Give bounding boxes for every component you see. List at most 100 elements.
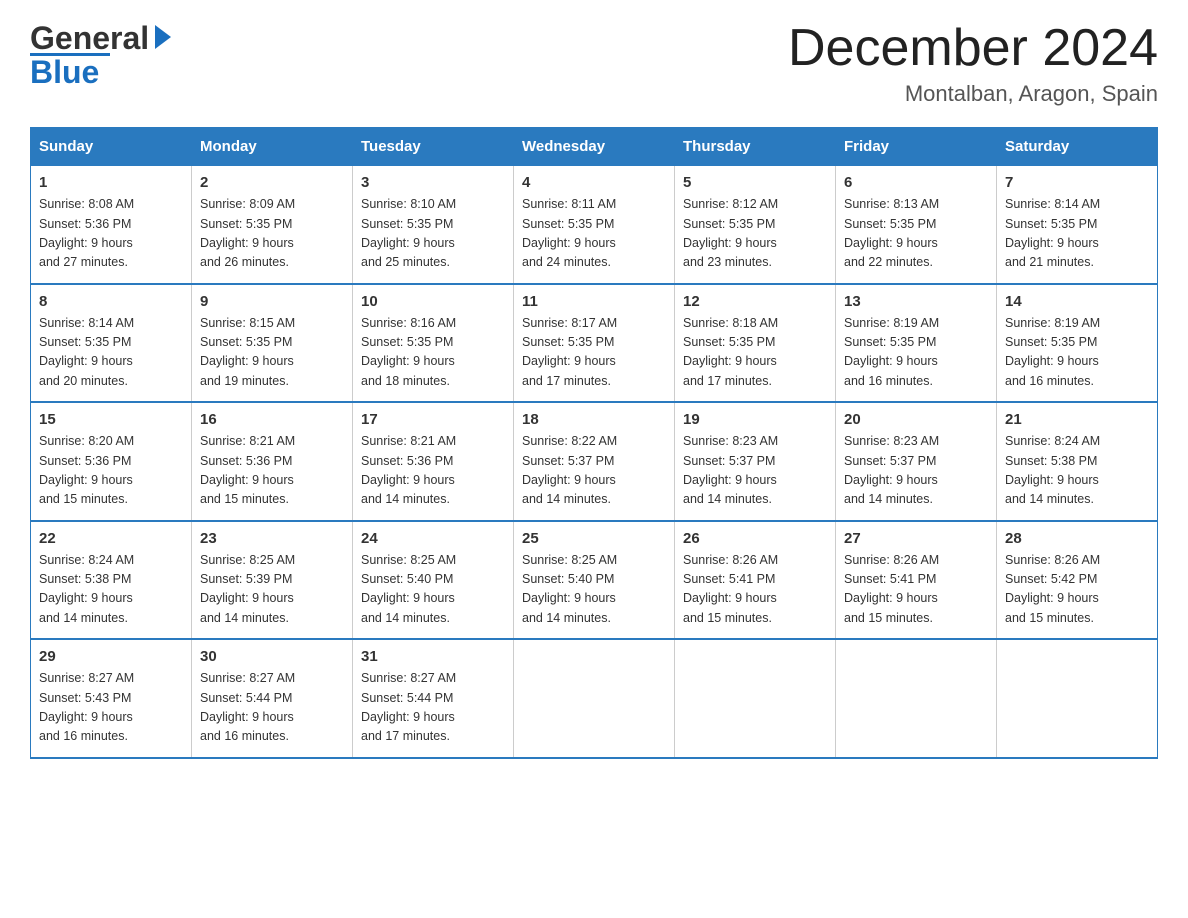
day-info: Sunrise: 8:26 AM Sunset: 5:42 PM Dayligh…: [1005, 551, 1149, 629]
calendar-cell: 12 Sunrise: 8:18 AM Sunset: 5:35 PM Dayl…: [675, 284, 836, 403]
day-number: 3: [361, 174, 505, 191]
logo: General Blue: [30, 20, 173, 91]
day-info: Sunrise: 8:22 AM Sunset: 5:37 PM Dayligh…: [522, 432, 666, 510]
day-number: 2: [200, 174, 344, 191]
calendar-cell: 15 Sunrise: 8:20 AM Sunset: 5:36 PM Dayl…: [31, 402, 192, 521]
page-header: General Blue December 2024 Montalban, Ar…: [30, 20, 1158, 107]
calendar-cell: [997, 639, 1158, 758]
calendar-cell: 3 Sunrise: 8:10 AM Sunset: 5:35 PM Dayli…: [353, 166, 514, 284]
day-header-thursday: Thursday: [675, 128, 836, 166]
calendar-cell: 1 Sunrise: 8:08 AM Sunset: 5:36 PM Dayli…: [31, 166, 192, 284]
day-info: Sunrise: 8:20 AM Sunset: 5:36 PM Dayligh…: [39, 432, 183, 510]
day-info: Sunrise: 8:12 AM Sunset: 5:35 PM Dayligh…: [683, 195, 827, 273]
day-number: 19: [683, 411, 827, 428]
day-info: Sunrise: 8:08 AM Sunset: 5:36 PM Dayligh…: [39, 195, 183, 273]
calendar-cell: [514, 639, 675, 758]
calendar-cell: 9 Sunrise: 8:15 AM Sunset: 5:35 PM Dayli…: [192, 284, 353, 403]
day-number: 28: [1005, 530, 1149, 547]
week-row-4: 22 Sunrise: 8:24 AM Sunset: 5:38 PM Dayl…: [31, 521, 1158, 640]
day-info: Sunrise: 8:10 AM Sunset: 5:35 PM Dayligh…: [361, 195, 505, 273]
day-header-sunday: Sunday: [31, 128, 192, 166]
day-number: 8: [39, 293, 183, 310]
day-number: 4: [522, 174, 666, 191]
calendar-cell: 13 Sunrise: 8:19 AM Sunset: 5:35 PM Dayl…: [836, 284, 997, 403]
day-header-friday: Friday: [836, 128, 997, 166]
logo-general-text: General: [30, 20, 149, 57]
calendar-cell: 23 Sunrise: 8:25 AM Sunset: 5:39 PM Dayl…: [192, 521, 353, 640]
day-info: Sunrise: 8:27 AM Sunset: 5:43 PM Dayligh…: [39, 669, 183, 747]
day-number: 6: [844, 174, 988, 191]
day-info: Sunrise: 8:14 AM Sunset: 5:35 PM Dayligh…: [39, 314, 183, 392]
day-number: 7: [1005, 174, 1149, 191]
day-info: Sunrise: 8:21 AM Sunset: 5:36 PM Dayligh…: [361, 432, 505, 510]
calendar-cell: [836, 639, 997, 758]
day-number: 22: [39, 530, 183, 547]
day-number: 23: [200, 530, 344, 547]
calendar-cell: 25 Sunrise: 8:25 AM Sunset: 5:40 PM Dayl…: [514, 521, 675, 640]
calendar-cell: 10 Sunrise: 8:16 AM Sunset: 5:35 PM Dayl…: [353, 284, 514, 403]
day-number: 21: [1005, 411, 1149, 428]
calendar-cell: 24 Sunrise: 8:25 AM Sunset: 5:40 PM Dayl…: [353, 521, 514, 640]
day-header-tuesday: Tuesday: [353, 128, 514, 166]
day-number: 13: [844, 293, 988, 310]
day-info: Sunrise: 8:09 AM Sunset: 5:35 PM Dayligh…: [200, 195, 344, 273]
month-title: December 2024: [788, 20, 1158, 77]
calendar-table: SundayMondayTuesdayWednesdayThursdayFrid…: [30, 127, 1158, 759]
calendar-cell: 30 Sunrise: 8:27 AM Sunset: 5:44 PM Dayl…: [192, 639, 353, 758]
day-header-monday: Monday: [192, 128, 353, 166]
day-number: 15: [39, 411, 183, 428]
day-number: 5: [683, 174, 827, 191]
day-info: Sunrise: 8:27 AM Sunset: 5:44 PM Dayligh…: [200, 669, 344, 747]
day-info: Sunrise: 8:21 AM Sunset: 5:36 PM Dayligh…: [200, 432, 344, 510]
day-info: Sunrise: 8:26 AM Sunset: 5:41 PM Dayligh…: [844, 551, 988, 629]
day-number: 18: [522, 411, 666, 428]
day-number: 20: [844, 411, 988, 428]
calendar-cell: 2 Sunrise: 8:09 AM Sunset: 5:35 PM Dayli…: [192, 166, 353, 284]
calendar-cell: [675, 639, 836, 758]
calendar-cell: 28 Sunrise: 8:26 AM Sunset: 5:42 PM Dayl…: [997, 521, 1158, 640]
week-row-3: 15 Sunrise: 8:20 AM Sunset: 5:36 PM Dayl…: [31, 402, 1158, 521]
day-info: Sunrise: 8:13 AM Sunset: 5:35 PM Dayligh…: [844, 195, 988, 273]
calendar-cell: 18 Sunrise: 8:22 AM Sunset: 5:37 PM Dayl…: [514, 402, 675, 521]
day-info: Sunrise: 8:14 AM Sunset: 5:35 PM Dayligh…: [1005, 195, 1149, 273]
day-info: Sunrise: 8:27 AM Sunset: 5:44 PM Dayligh…: [361, 669, 505, 747]
day-number: 24: [361, 530, 505, 547]
day-number: 29: [39, 648, 183, 665]
day-number: 31: [361, 648, 505, 665]
day-number: 14: [1005, 293, 1149, 310]
calendar-cell: 20 Sunrise: 8:23 AM Sunset: 5:37 PM Dayl…: [836, 402, 997, 521]
day-number: 12: [683, 293, 827, 310]
calendar-cell: 8 Sunrise: 8:14 AM Sunset: 5:35 PM Dayli…: [31, 284, 192, 403]
week-row-5: 29 Sunrise: 8:27 AM Sunset: 5:43 PM Dayl…: [31, 639, 1158, 758]
calendar-cell: 26 Sunrise: 8:26 AM Sunset: 5:41 PM Dayl…: [675, 521, 836, 640]
calendar-cell: 11 Sunrise: 8:17 AM Sunset: 5:35 PM Dayl…: [514, 284, 675, 403]
day-number: 10: [361, 293, 505, 310]
day-info: Sunrise: 8:26 AM Sunset: 5:41 PM Dayligh…: [683, 551, 827, 629]
calendar-cell: 19 Sunrise: 8:23 AM Sunset: 5:37 PM Dayl…: [675, 402, 836, 521]
calendar-cell: 5 Sunrise: 8:12 AM Sunset: 5:35 PM Dayli…: [675, 166, 836, 284]
day-header-saturday: Saturday: [997, 128, 1158, 166]
day-number: 11: [522, 293, 666, 310]
day-number: 26: [683, 530, 827, 547]
logo-blue-text: Blue: [30, 54, 99, 91]
day-number: 16: [200, 411, 344, 428]
day-header-wednesday: Wednesday: [514, 128, 675, 166]
calendar-cell: 21 Sunrise: 8:24 AM Sunset: 5:38 PM Dayl…: [997, 402, 1158, 521]
day-info: Sunrise: 8:25 AM Sunset: 5:39 PM Dayligh…: [200, 551, 344, 629]
calendar-cell: 22 Sunrise: 8:24 AM Sunset: 5:38 PM Dayl…: [31, 521, 192, 640]
day-info: Sunrise: 8:23 AM Sunset: 5:37 PM Dayligh…: [844, 432, 988, 510]
day-info: Sunrise: 8:11 AM Sunset: 5:35 PM Dayligh…: [522, 195, 666, 273]
day-number: 27: [844, 530, 988, 547]
logo-triangle-icon: [151, 23, 173, 51]
calendar-cell: 7 Sunrise: 8:14 AM Sunset: 5:35 PM Dayli…: [997, 166, 1158, 284]
day-number: 9: [200, 293, 344, 310]
location: Montalban, Aragon, Spain: [788, 81, 1158, 107]
day-info: Sunrise: 8:25 AM Sunset: 5:40 PM Dayligh…: [361, 551, 505, 629]
calendar-cell: 16 Sunrise: 8:21 AM Sunset: 5:36 PM Dayl…: [192, 402, 353, 521]
day-info: Sunrise: 8:17 AM Sunset: 5:35 PM Dayligh…: [522, 314, 666, 392]
calendar-cell: 4 Sunrise: 8:11 AM Sunset: 5:35 PM Dayli…: [514, 166, 675, 284]
day-info: Sunrise: 8:18 AM Sunset: 5:35 PM Dayligh…: [683, 314, 827, 392]
day-number: 30: [200, 648, 344, 665]
day-number: 25: [522, 530, 666, 547]
day-info: Sunrise: 8:25 AM Sunset: 5:40 PM Dayligh…: [522, 551, 666, 629]
